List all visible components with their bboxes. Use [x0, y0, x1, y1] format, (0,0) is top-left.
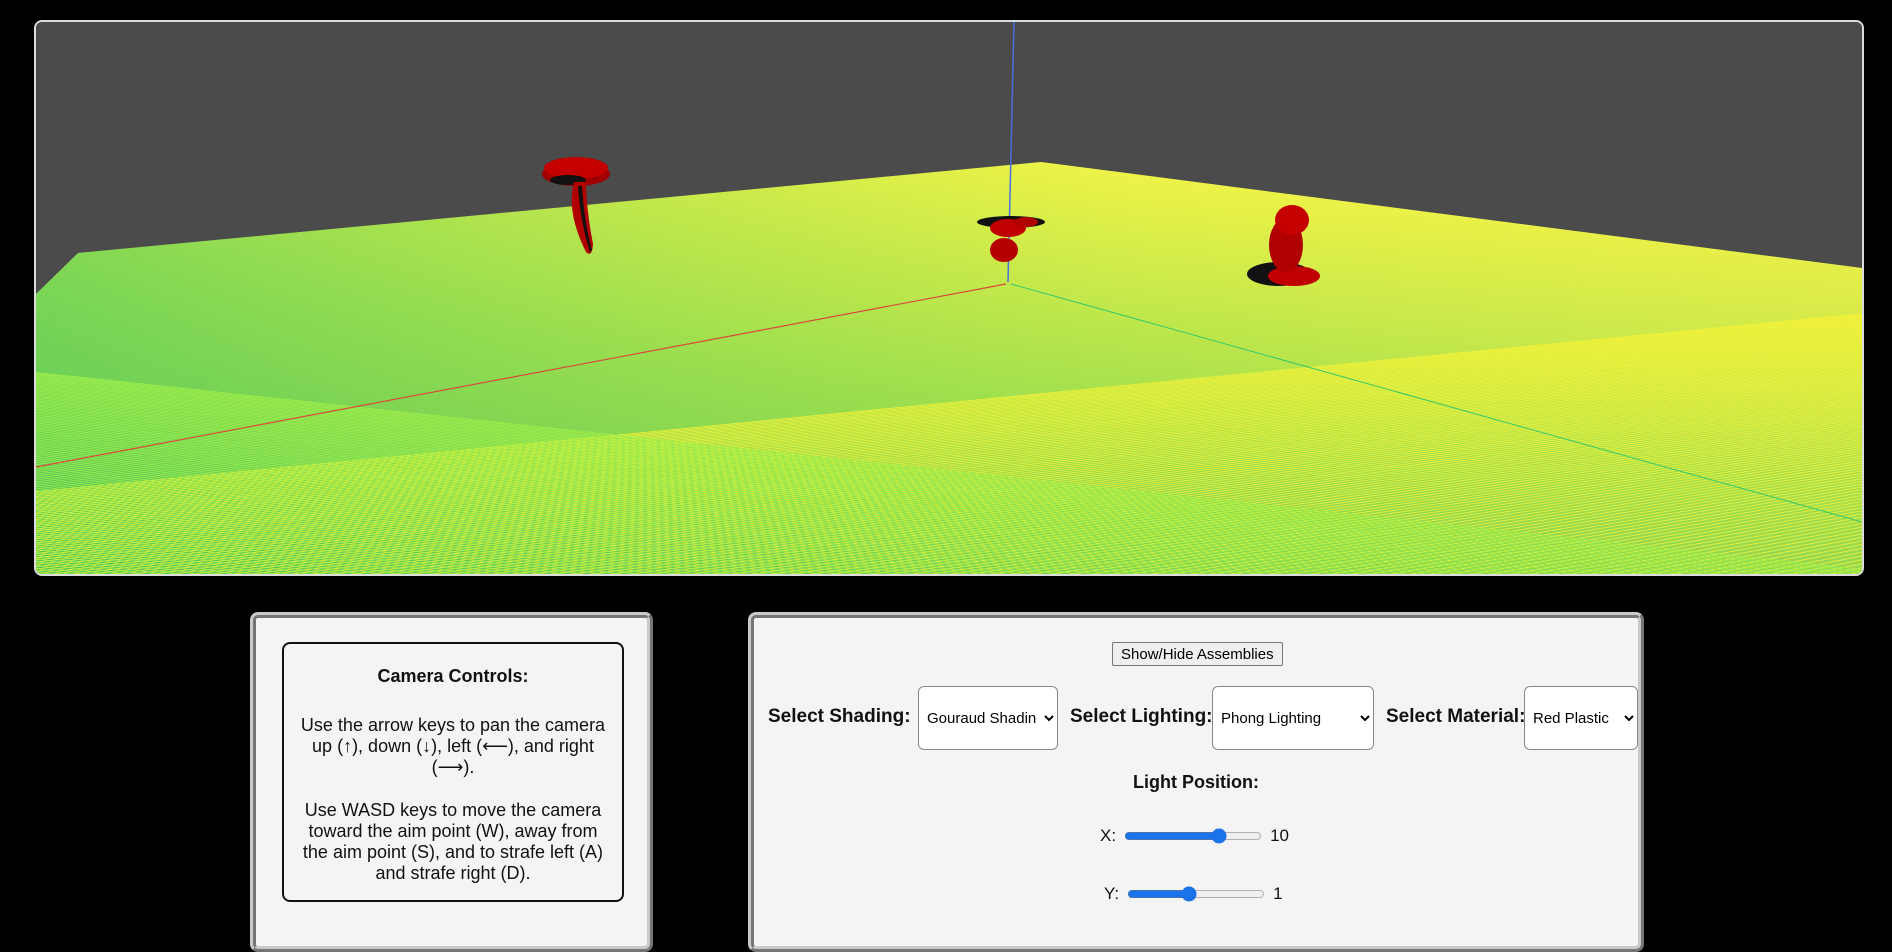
show-hide-assemblies-button[interactable]: Show/Hide Assemblies: [1112, 642, 1283, 666]
pan-instructions: Use the arrow keys to pan the camera up …: [300, 715, 606, 777]
shading-select[interactable]: Gouraud Shading: [918, 686, 1058, 750]
y-slider[interactable]: [1127, 886, 1266, 902]
camera-controls-box: Camera Controls: Use the arrow keys to p…: [282, 642, 624, 902]
y-label: Y:: [1104, 884, 1120, 903]
scene-viewport[interactable]: [34, 20, 1864, 576]
light-position-title: Light Position:: [1133, 772, 1259, 792]
x-value: 10: [1270, 826, 1289, 845]
shading-label: Select Shading:: [768, 706, 911, 727]
y-value: 1: [1273, 884, 1283, 903]
y-slider-row: Y: 1: [1104, 884, 1283, 904]
scene-canvas[interactable]: [36, 22, 1862, 574]
x-label: X:: [1100, 826, 1117, 845]
material-select[interactable]: Red Plastic: [1524, 686, 1638, 750]
x-slider[interactable]: [1124, 828, 1263, 844]
settings-panel: Show/Hide Assemblies Select Shading: Gou…: [748, 612, 1644, 952]
x-slider-row: X: 10: [1100, 826, 1289, 846]
material-label: Select Material:: [1386, 706, 1526, 727]
lighting-label: Select Lighting:: [1070, 706, 1213, 727]
lighting-select[interactable]: Phong Lighting: [1212, 686, 1374, 750]
move-instructions: Use WASD keys to move the camera toward …: [302, 800, 604, 883]
camera-controls-panel: Camera Controls: Use the arrow keys to p…: [250, 612, 653, 952]
camera-controls-title: Camera Controls:: [377, 666, 529, 686]
